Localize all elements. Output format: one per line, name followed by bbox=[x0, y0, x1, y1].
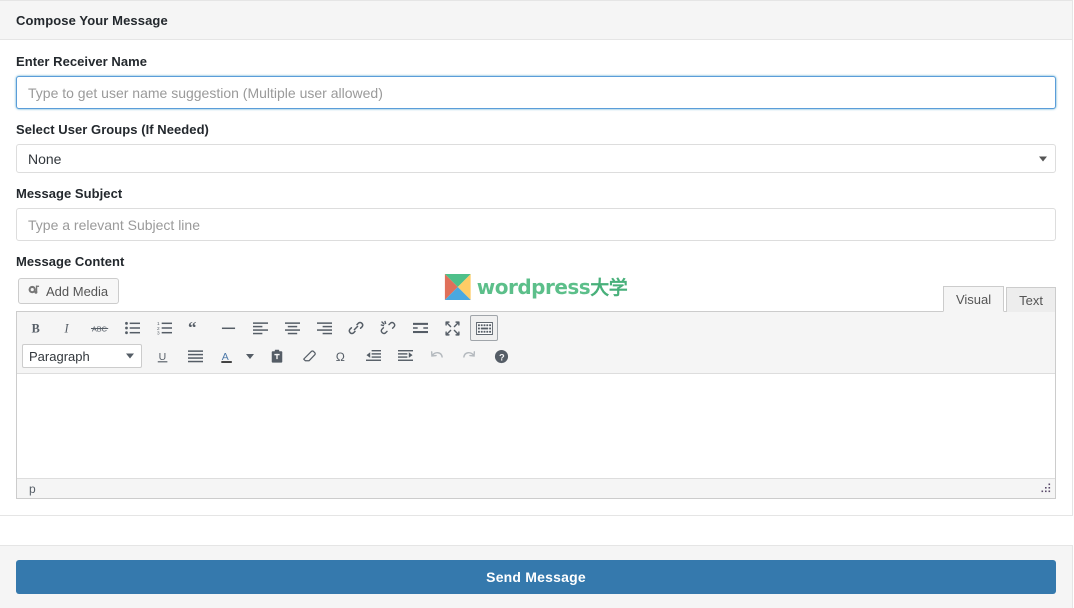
tab-text[interactable]: Text bbox=[1006, 287, 1056, 312]
unlink-icon[interactable] bbox=[374, 315, 402, 341]
receiver-field-group: Enter Receiver Name bbox=[16, 54, 1056, 109]
subject-field-group: Message Subject bbox=[16, 186, 1056, 241]
panel-footer: Send Message bbox=[0, 545, 1073, 608]
send-message-button[interactable]: Send Message bbox=[16, 560, 1056, 594]
user-groups-select[interactable]: None bbox=[16, 144, 1056, 173]
align-center-icon[interactable] bbox=[278, 315, 306, 341]
align-left-icon[interactable] bbox=[246, 315, 274, 341]
message-content-label: Message Content bbox=[16, 254, 125, 269]
indent-icon[interactable] bbox=[391, 343, 419, 369]
format-select[interactable]: Paragraph bbox=[22, 344, 142, 368]
clear-formatting-icon[interactable] bbox=[295, 343, 323, 369]
editor-status-bar: p bbox=[17, 478, 1055, 498]
svg-text:3: 3 bbox=[157, 331, 160, 335]
read-more-icon[interactable] bbox=[406, 315, 434, 341]
compose-panel: Compose Your Message Enter Receiver Name… bbox=[0, 0, 1073, 516]
text-color-dropdown-arrow[interactable] bbox=[243, 343, 257, 369]
svg-text:B: B bbox=[32, 321, 40, 335]
svg-text:U: U bbox=[159, 351, 167, 363]
receiver-input[interactable] bbox=[16, 76, 1056, 109]
paste-as-text-icon[interactable] bbox=[263, 343, 291, 369]
tab-visual[interactable]: Visual bbox=[942, 286, 1005, 312]
horizontal-rule-icon[interactable] bbox=[214, 315, 242, 341]
user-groups-label: Select User Groups (If Needed) bbox=[16, 122, 209, 137]
user-groups-field-group: Select User Groups (If Needed) None bbox=[16, 122, 1056, 173]
format-select-value: Paragraph bbox=[29, 348, 90, 364]
wordpress-daxue-watermark: wordpress大学 bbox=[444, 274, 628, 300]
toolbar-toggle-icon[interactable] bbox=[470, 315, 498, 341]
subject-label: Message Subject bbox=[16, 186, 123, 201]
link-icon[interactable] bbox=[342, 315, 370, 341]
editor-toolbar-row-1: B I ABC 1 2 3 “ bbox=[17, 314, 1055, 342]
user-groups-selected-value: None bbox=[28, 150, 62, 167]
watermark-text: wordpress大学 bbox=[476, 274, 628, 299]
panel-body: Enter Receiver Name Select User Groups (… bbox=[0, 40, 1072, 515]
editor-toolbar-row-2: Paragraph U A Ω ? bbox=[17, 342, 1055, 370]
bulleted-list-icon[interactable] bbox=[118, 315, 146, 341]
add-media-button[interactable]: Add Media bbox=[18, 278, 120, 304]
chevron-down-icon bbox=[126, 353, 134, 359]
svg-text:?: ? bbox=[498, 352, 504, 362]
strikethrough-icon[interactable]: ABC bbox=[86, 315, 114, 341]
panel-header: Compose Your Message bbox=[0, 1, 1072, 40]
numbered-list-icon[interactable]: 1 2 3 bbox=[150, 315, 178, 341]
watermark-logo-icon bbox=[444, 274, 471, 300]
compose-message-page: Compose Your Message Enter Receiver Name… bbox=[0, 0, 1074, 608]
user-groups-select-box[interactable]: None bbox=[16, 144, 1056, 173]
resize-grip[interactable] bbox=[1038, 482, 1052, 496]
special-character-icon[interactable]: Ω bbox=[327, 343, 355, 369]
outdent-icon[interactable] bbox=[359, 343, 387, 369]
page-title: Compose Your Message bbox=[16, 12, 168, 28]
media-icon bbox=[27, 283, 41, 300]
add-media-label: Add Media bbox=[46, 283, 109, 299]
element-path[interactable]: p bbox=[29, 482, 36, 496]
justify-icon[interactable] bbox=[181, 343, 209, 369]
align-right-icon[interactable] bbox=[310, 315, 338, 341]
text-color-icon[interactable]: A bbox=[213, 343, 241, 369]
editor-mode-tabs: Visual Text bbox=[941, 285, 1056, 312]
fullscreen-icon[interactable] bbox=[438, 315, 466, 341]
editor-toolbar-top: Add Media wordpress大学 Visual Text bbox=[16, 274, 1056, 312]
help-icon[interactable]: ? bbox=[487, 343, 515, 369]
chevron-down-icon bbox=[1039, 156, 1047, 161]
subject-input[interactable] bbox=[16, 208, 1056, 241]
italic-icon[interactable]: I bbox=[54, 315, 82, 341]
undo-icon[interactable] bbox=[423, 343, 451, 369]
editor-content-area[interactable] bbox=[17, 374, 1055, 478]
underline-icon[interactable]: U bbox=[149, 343, 177, 369]
bold-icon[interactable]: B bbox=[22, 315, 50, 341]
svg-text:Ω: Ω bbox=[336, 349, 345, 363]
svg-text:I: I bbox=[64, 321, 70, 335]
editor-toolbar: B I ABC 1 2 3 “ Paragraph U A Ω ? bbox=[17, 312, 1055, 374]
svg-text:“: “ bbox=[188, 321, 197, 335]
receiver-label: Enter Receiver Name bbox=[16, 54, 148, 69]
tinymce-editor: B I ABC 1 2 3 “ Paragraph U A Ω ? p bbox=[16, 311, 1056, 499]
message-content-group: Message Content Add Media wordpress大学 Vi… bbox=[16, 254, 1056, 499]
redo-icon[interactable] bbox=[455, 343, 483, 369]
blockquote-icon[interactable]: “ bbox=[182, 315, 210, 341]
